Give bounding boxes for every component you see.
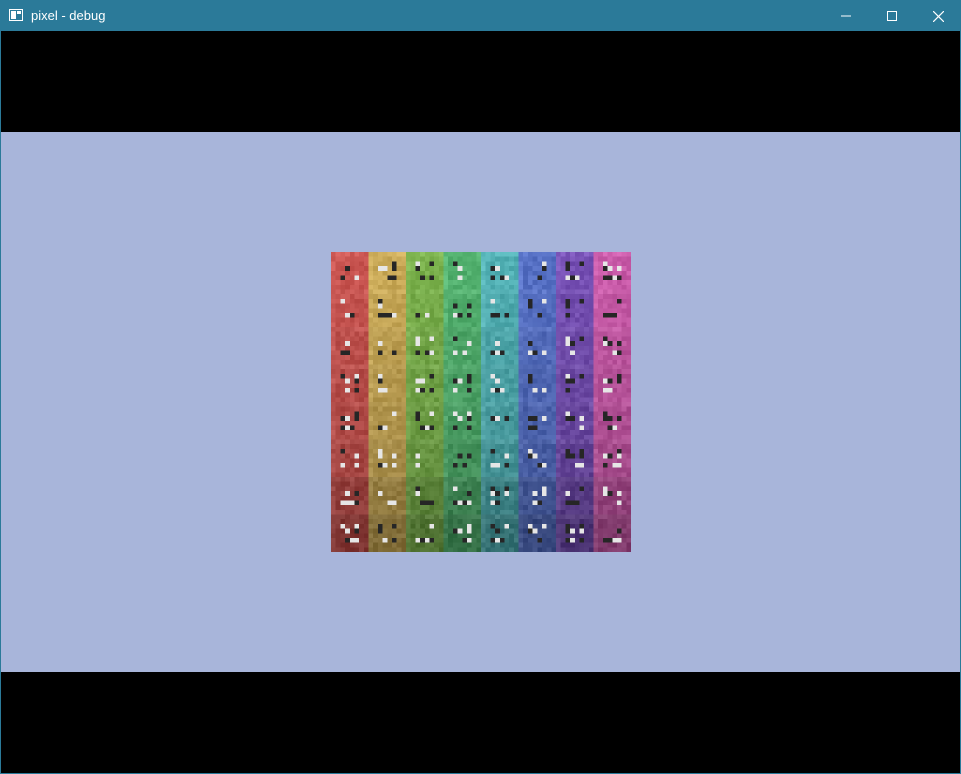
minimize-button[interactable] <box>823 1 869 31</box>
tileset-sprite-grid <box>331 252 631 552</box>
window-title: pixel - debug <box>31 8 106 23</box>
title-bar[interactable]: pixel - debug <box>1 1 960 31</box>
game-viewport[interactable] <box>1 132 960 672</box>
close-icon <box>932 10 944 22</box>
app-window: pixel - debug <box>0 0 961 774</box>
minimize-icon <box>841 15 851 17</box>
game-client-area[interactable] <box>1 31 960 773</box>
maximize-icon <box>887 11 897 21</box>
maximize-button[interactable] <box>869 1 915 31</box>
close-button[interactable] <box>915 1 961 31</box>
app-window-icon <box>9 9 23 21</box>
